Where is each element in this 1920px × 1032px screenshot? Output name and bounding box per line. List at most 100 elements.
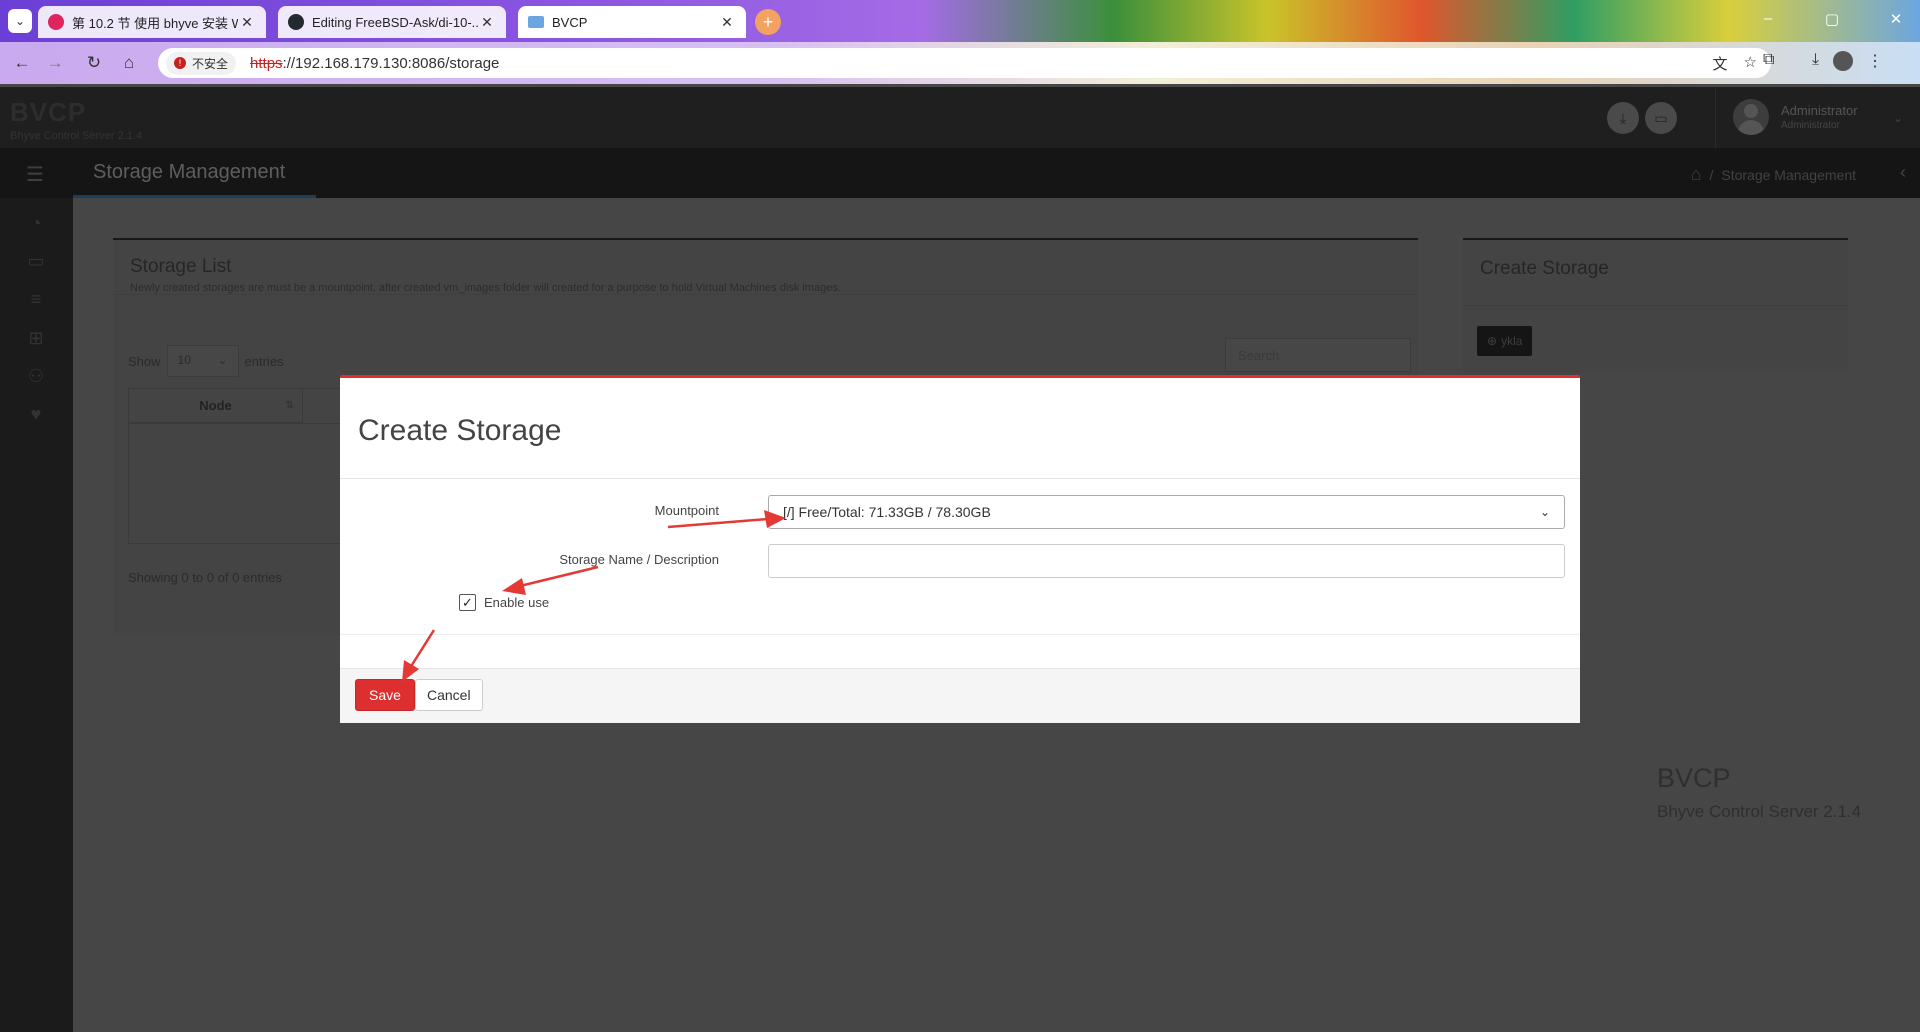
table-info: Showing 0 to 0 of 0 entries	[128, 570, 282, 585]
app-top-bar: BVCP Bhyve Control Server 2.1.4 ⤓ ▭ Admi…	[0, 87, 1920, 148]
footer-version: Bhyve Control Server 2.1.4	[1657, 802, 1862, 821]
back-arrow-icon[interactable]: ←	[10, 51, 34, 75]
user-name: Administrator	[1781, 103, 1858, 118]
more-menu-icon[interactable]: ⋮	[1867, 51, 1883, 71]
breadcrumb-current: Storage Management	[1721, 166, 1856, 183]
omnibox[interactable]: ! 不安全 https://192.168.179.130:8086/stora…	[158, 48, 1771, 78]
tab-label: 第 10.2 节 使用 bhyve 安装 W	[72, 15, 238, 31]
column-header-label: Node	[199, 398, 232, 413]
topbar-divider	[1715, 87, 1716, 148]
create-storage-panel: Create Storage ⊕ ykla	[1463, 238, 1848, 373]
extensions-puzzle-icon[interactable]: ⧉	[1763, 51, 1774, 69]
save-button[interactable]: Save	[355, 679, 415, 711]
create-storage-panel-title: Create Storage	[1480, 258, 1609, 279]
url-scheme: https	[250, 54, 283, 72]
browser-tab-1[interactable]: 第 10.2 节 使用 bhyve 安装 W ✕	[38, 6, 266, 38]
column-header-node[interactable]: Node ⇅	[129, 389, 303, 423]
create-storage-modal: Create Storage Mountpoint [/] Free/Total…	[340, 375, 1580, 723]
monitor-icon[interactable]: ▭	[24, 251, 48, 275]
page-header-bar: ☰ Storage Management ⌂ / Storage Managem…	[0, 148, 1920, 198]
reload-icon[interactable]: ↻	[82, 51, 106, 75]
storage-list-title: Storage List	[130, 256, 232, 277]
show-entries-control: Show 10 ⌄ entries	[128, 345, 284, 377]
chevron-down-icon: ⌄	[217, 353, 228, 367]
heartbeat-icon[interactable]: ♥	[24, 404, 48, 428]
footer-name: BVCP	[1657, 763, 1731, 793]
url-path: ://192.168.179.130:8086/storage	[282, 54, 500, 72]
enable-use-checkbox[interactable]: ✓	[459, 594, 476, 611]
home-icon[interactable]: ⌂	[117, 51, 141, 75]
enable-use-row: ✓ Enable use	[459, 594, 549, 611]
tab-label: BVCP	[552, 14, 588, 30]
hamburger-menu-icon[interactable]: ☰	[26, 162, 44, 187]
chevron-down-icon: ⌄	[1539, 505, 1550, 519]
tab-close-icon[interactable]: ✕	[238, 14, 256, 31]
sidebar: ◔ ▭ ≡ ⊞ ⚇ ♥	[0, 198, 73, 1032]
user-avatar-icon	[1733, 99, 1769, 135]
browser-tab-3[interactable]: BVCP ✕	[518, 6, 746, 38]
new-tab-plus-icon[interactable]: +	[755, 9, 781, 35]
entries-label: entries	[244, 353, 284, 369]
show-label: Show	[128, 353, 161, 369]
browser-tab-2[interactable]: Editing FreeBSD-Ask/di-10-... ✕	[278, 6, 506, 38]
github-icon	[288, 14, 304, 30]
brand-name: BVCP	[10, 97, 87, 127]
dashboard-gauge-icon[interactable]: ◔	[24, 213, 48, 237]
page-title: Storage Management	[93, 161, 286, 183]
chevron-left-icon[interactable]: ‹	[1900, 162, 1906, 183]
url-text[interactable]: https://192.168.179.130:8086/storage	[250, 55, 499, 72]
maximize-icon[interactable]: ▢	[1820, 10, 1844, 28]
page-size-select[interactable]: 10 ⌄	[166, 345, 239, 377]
bookmark-star-icon[interactable]: ☆	[1744, 53, 1757, 74]
chevron-down-icon: ⌄	[1893, 111, 1904, 125]
forward-arrow-icon[interactable]: →	[43, 51, 67, 75]
security-indicator[interactable]: ! 不安全	[166, 51, 237, 75]
console-circle-icon[interactable]: ▭	[1645, 102, 1677, 134]
form-divider	[340, 634, 1580, 635]
translate-icon[interactable]: 文	[1713, 53, 1728, 74]
download-icon[interactable]: ⤓	[1812, 51, 1819, 71]
download-circle-icon[interactable]: ⤓	[1607, 102, 1639, 134]
security-label: 不安全	[192, 56, 229, 71]
network-icon[interactable]: ⊞	[24, 328, 48, 352]
modal-header: Create Storage	[340, 378, 1580, 479]
modal-footer: Save Cancel	[340, 668, 1580, 723]
tab-close-icon[interactable]: ✕	[478, 14, 496, 31]
brand-version: Bhyve Control Server 2.1.4	[10, 130, 143, 142]
search-placeholder: Search	[1238, 348, 1280, 363]
storage-list-subtitle: Newly created storages are must be a mou…	[130, 282, 841, 294]
mountpoint-label: Mountpoint	[654, 503, 719, 518]
mountpoint-select[interactable]: [/] Free/Total: 71.33GB / 78.30GB ⌄	[768, 495, 1565, 529]
user-role: Administrator	[1781, 120, 1840, 131]
storage-name-label: Storage Name / Description	[559, 552, 719, 567]
breadcrumb-separator: /	[1709, 166, 1714, 183]
minimize-icon[interactable]: –	[1756, 10, 1780, 27]
storage-name-input[interactable]	[768, 544, 1565, 578]
users-icon[interactable]: ⚇	[24, 366, 48, 390]
profile-avatar-icon[interactable]	[1833, 51, 1854, 71]
warning-icon: !	[174, 57, 186, 69]
create-ykla-button[interactable]: ⊕ ykla	[1477, 326, 1533, 356]
page-size-value: 10	[177, 353, 191, 367]
database-icon[interactable]: ≡	[24, 289, 48, 313]
close-window-icon[interactable]: ✕	[1884, 10, 1908, 28]
search-input[interactable]: Search	[1225, 338, 1411, 372]
enable-use-label: Enable use	[484, 595, 550, 610]
breadcrumb: ⌂ / Storage Management	[1691, 164, 1856, 185]
breadcrumb-home-icon[interactable]: ⌂	[1691, 164, 1702, 185]
tab-close-icon[interactable]: ✕	[718, 14, 736, 31]
tab-list-chevron-icon[interactable]: ⌄	[8, 9, 32, 33]
browser-tab-bar: ⌄ 第 10.2 节 使用 bhyve 安装 W ✕ Editing FreeB…	[0, 0, 1920, 42]
monitor-favicon-icon	[528, 16, 544, 28]
create-button-label: ykla	[1501, 334, 1523, 348]
sort-icon: ⇅	[285, 400, 294, 411]
cancel-button[interactable]: Cancel	[415, 679, 483, 711]
tab-label: Editing FreeBSD-Ask/di-10-...	[312, 14, 478, 30]
user-menu[interactable]: Administrator Administrator ⌄	[1733, 99, 1903, 135]
footer-brand: BVCP Bhyve Control Server 2.1.4	[1657, 763, 1861, 822]
browser-address-bar: ← → ↻ ⌂ ! 不安全 https://192.168.179.130:80…	[0, 42, 1920, 84]
tab-favicon-icon	[48, 14, 64, 30]
brand-logo[interactable]: BVCP Bhyve Control Server 2.1.4	[10, 97, 142, 142]
mountpoint-value: [/] Free/Total: 71.33GB / 78.30GB	[783, 504, 991, 520]
plus-circle-icon: ⊕	[1487, 334, 1498, 348]
